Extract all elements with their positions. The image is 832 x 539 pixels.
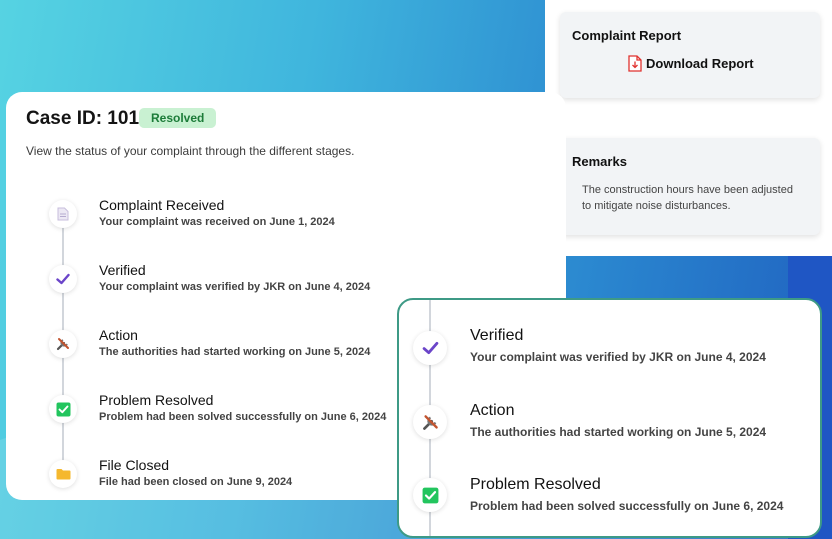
report-title: Complaint Report <box>572 28 682 43</box>
checkmark-icon <box>422 341 438 355</box>
download-report-button[interactable]: Download Report <box>628 55 754 72</box>
checkmark-icon <box>56 273 70 285</box>
step-icon-action <box>49 330 77 358</box>
step-description: Problem had been solved successfully on … <box>470 499 784 513</box>
document-icon <box>57 207 69 221</box>
step-description: Your complaint was received on June 1, 2… <box>99 216 335 228</box>
step-title: Action <box>470 402 515 419</box>
step-icon-problem-resolved <box>413 478 447 512</box>
step-title: Verified <box>99 262 146 278</box>
step-icon-verified <box>49 265 77 293</box>
step-title: Action <box>99 327 138 343</box>
step-description: File had been closed on June 9, 2024 <box>99 476 293 488</box>
pdf-icon <box>628 55 642 72</box>
case-title: Case ID: 101 <box>26 108 140 129</box>
step-icon-problem-resolved <box>49 395 77 423</box>
tools-icon <box>422 414 438 430</box>
step-icon-action <box>413 405 447 439</box>
step-description: Problem had been solved successfully on … <box>99 411 387 423</box>
step-icon-complaint-received <box>49 200 77 228</box>
status-badge: Resolved <box>139 108 217 128</box>
step-description: The authorities had started working on J… <box>99 346 371 358</box>
folder-icon <box>56 469 70 480</box>
step-title: Problem Resolved <box>470 476 601 493</box>
check-box-icon <box>422 487 438 503</box>
download-report-label: Download Report <box>646 56 754 71</box>
step-title: Verified <box>470 327 524 344</box>
step-description: Your complaint was verified by JKR on Ju… <box>99 281 371 293</box>
step-title: Complaint Received <box>99 197 225 213</box>
remarks-text: The construction hours have been adjuste… <box>582 184 793 212</box>
step-description: The authorities had started working on J… <box>470 425 767 439</box>
zoomed-timeline-card: Verified Your complaint was verified by … <box>397 298 822 538</box>
step-icon-verified <box>413 331 447 365</box>
complaint-report-card: Complaint Report Download Report <box>560 12 820 98</box>
step-title: Problem Resolved <box>99 392 214 408</box>
remarks-card: Remarks The construction hours have been… <box>560 138 820 235</box>
remarks-title: Remarks <box>572 154 627 169</box>
step-title: File Closed <box>99 457 170 473</box>
check-box-icon <box>56 402 70 416</box>
intro-text: View the status of your complaint throug… <box>26 144 355 158</box>
step-icon-file-closed <box>49 460 77 488</box>
step-description: Your complaint was verified by JKR on Ju… <box>470 350 766 364</box>
tools-icon <box>56 338 69 351</box>
